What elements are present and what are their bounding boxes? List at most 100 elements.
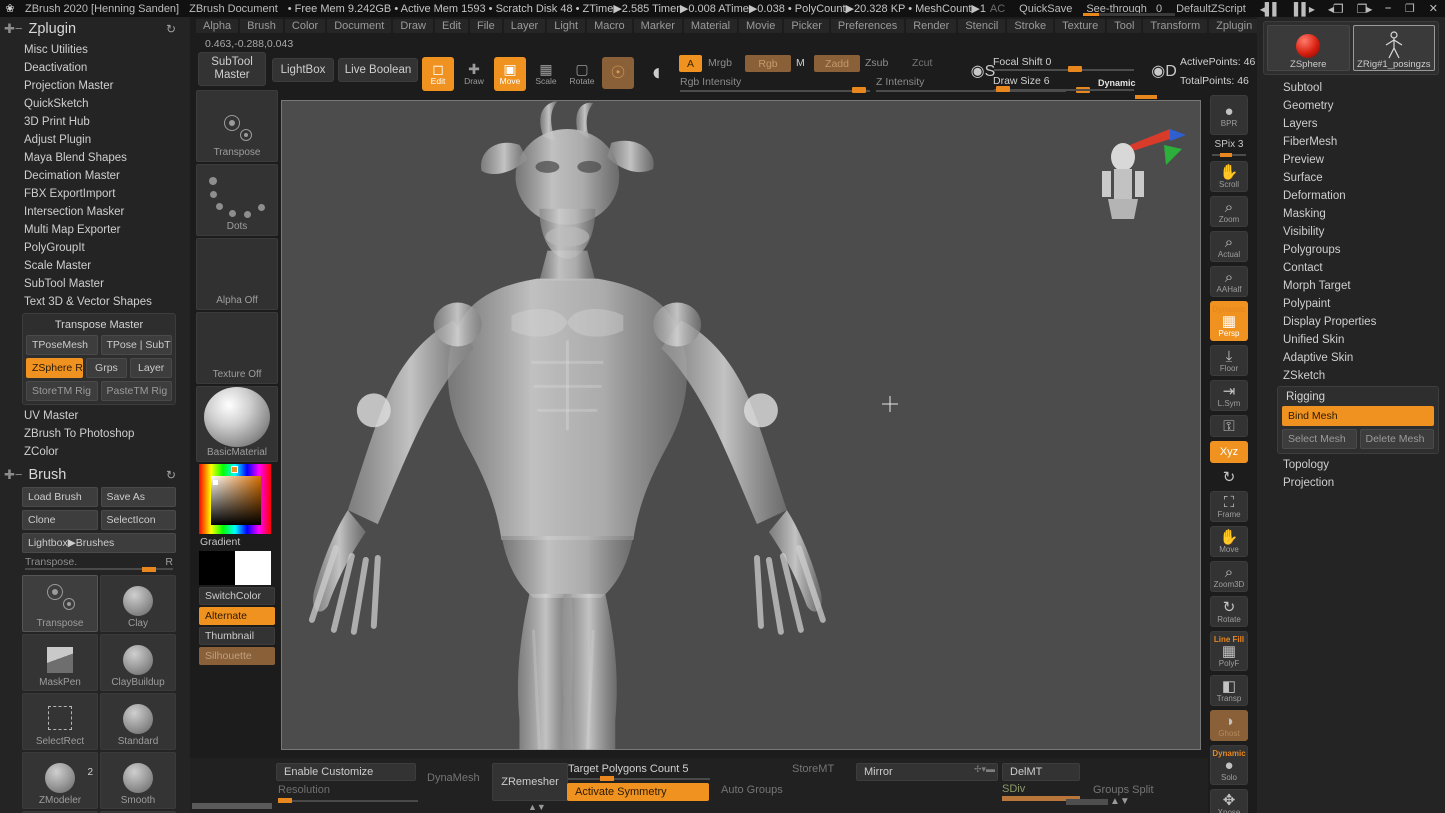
- mrgb-toggle-button[interactable]: A: [679, 55, 702, 72]
- tool-zrig[interactable]: ZRig#1_posingzs: [1352, 25, 1435, 71]
- move-brush-panel-icon[interactable]: ✚−: [4, 467, 22, 483]
- menu-color[interactable]: Color: [284, 18, 326, 33]
- zplugin-item-subtool-master[interactable]: SubTool Master: [0, 275, 190, 293]
- spix-slider[interactable]: SPix 3: [1210, 139, 1248, 157]
- edit-mode-button[interactable]: ◻ Edit: [422, 57, 454, 91]
- draw-size-knob[interactable]: [996, 86, 1010, 92]
- m-label[interactable]: M: [796, 57, 805, 69]
- subpalette-subtool[interactable]: Subtool: [1257, 79, 1445, 97]
- viewport-floor[interactable]: ⤓ Floor: [1210, 345, 1248, 376]
- zplugin-item-uv-master[interactable]: UV Master: [0, 407, 190, 425]
- zplugin-item-multi-map-exporter[interactable]: Multi Map Exporter: [0, 221, 190, 239]
- zplugin-item-adjust-plugin[interactable]: Adjust Plugin: [0, 131, 190, 149]
- menu-marker[interactable]: Marker: [633, 18, 682, 33]
- zremesher-button[interactable]: ZRemesher: [492, 763, 568, 801]
- rgb-intensity-track[interactable]: [680, 90, 870, 92]
- lightbox-button[interactable]: LightBox: [272, 58, 334, 82]
- menu-collapse-left-icon[interactable]: ◂❐: [1321, 2, 1350, 16]
- scroll-up-down-icon[interactable]: ▲▼: [1110, 796, 1130, 807]
- live-boolean-button[interactable]: Live Boolean: [338, 58, 418, 82]
- mirror-options-icon[interactable]: ✢▾▬: [974, 764, 995, 775]
- clone-button[interactable]: Clone: [22, 510, 98, 530]
- menu-edit[interactable]: Edit: [435, 18, 468, 33]
- viewport-xpose[interactable]: ✥ Xpose: [1210, 789, 1248, 813]
- zplugin-item-polygroupit[interactable]: PolyGroupIt: [0, 239, 190, 257]
- current-brush-cell[interactable]: Transpose: [196, 90, 278, 162]
- viewport-move[interactable]: ✋ Move: [1210, 526, 1248, 557]
- dynamic-label[interactable]: Dynamic: [1098, 78, 1136, 88]
- menu-texture[interactable]: Texture: [1055, 18, 1106, 33]
- brush-clay[interactable]: Clay: [100, 575, 176, 632]
- rotate-mode-button[interactable]: ▢ Rotate: [566, 57, 598, 91]
- zplugin-item-scale-master[interactable]: Scale Master: [0, 257, 190, 275]
- layer-button[interactable]: Layer: [130, 358, 173, 378]
- menu-brush[interactable]: Brush: [240, 18, 283, 33]
- auto-groups-button[interactable]: Auto Groups: [714, 784, 790, 796]
- stroke-preview-button[interactable]: ◖: [640, 57, 672, 89]
- pastetm-rig-button[interactable]: PasteTM Rig: [100, 381, 172, 401]
- subpalette-preview[interactable]: Preview: [1257, 151, 1445, 169]
- menu-alpha[interactable]: Alpha: [196, 18, 239, 33]
- tposemesh-button[interactable]: TPoseMesh: [26, 335, 98, 355]
- scroll-right-icon[interactable]: ▌▌▸: [1287, 2, 1321, 16]
- menu-movie[interactable]: Movie: [739, 18, 783, 33]
- zplugin-item-maya-blend-shapes[interactable]: Maya Blend Shapes: [0, 149, 190, 167]
- subpalette-display-properties[interactable]: Display Properties: [1257, 313, 1445, 331]
- load-brush-button[interactable]: Load Brush: [22, 487, 98, 507]
- subpalette-morph-target[interactable]: Morph Target: [1257, 277, 1445, 295]
- close-button[interactable]: ✕: [1422, 2, 1445, 15]
- brush-standard[interactable]: Standard: [100, 693, 176, 750]
- switch-color-button[interactable]: SwitchColor: [199, 587, 275, 605]
- select-mesh-button[interactable]: Select Mesh: [1282, 429, 1357, 449]
- brush-slider[interactable]: Transpose. R: [23, 556, 175, 572]
- panel-scroll-thumb[interactable]: [1066, 799, 1108, 805]
- horizontal-scroll-thumb[interactable]: [192, 803, 272, 809]
- menu-layer[interactable]: Layer: [503, 18, 546, 33]
- refresh-icon[interactable]: ↻: [166, 22, 176, 36]
- see-through-slider[interactable]: See-through 0: [1079, 3, 1176, 16]
- tpose-subt-button[interactable]: TPose | SubT: [100, 335, 172, 355]
- subpalette-topology[interactable]: Topology: [1257, 456, 1445, 474]
- viewport-frame[interactable]: ⛶ Frame: [1210, 491, 1248, 522]
- zplugin-item-intersection-masker[interactable]: Intersection Masker: [0, 203, 190, 221]
- zscript-label[interactable]: DefaultZScript: [1169, 3, 1253, 15]
- menu-tool[interactable]: Tool: [1107, 18, 1142, 33]
- zplugin-item-misc-utilities[interactable]: Misc Utilities: [0, 41, 190, 59]
- subpalette-contact[interactable]: Contact: [1257, 259, 1445, 277]
- zplugin-header[interactable]: ✚− Zplugin ↻: [0, 17, 190, 41]
- menu-expand-right-icon[interactable]: ❐▸: [1350, 2, 1379, 16]
- canvas-nav-icon[interactable]: ▲▼: [528, 802, 546, 812]
- save-as-button[interactable]: Save As: [100, 487, 176, 507]
- delete-mesh-button[interactable]: Delete Mesh: [1359, 429, 1434, 449]
- subpalette-geometry[interactable]: Geometry: [1257, 97, 1445, 115]
- viewport-polyf[interactable]: Line Fill ▦ PolyF: [1210, 631, 1248, 671]
- primary-color-swatch[interactable]: [199, 551, 235, 585]
- brush-zmodeler[interactable]: 2 ZModeler: [22, 752, 98, 809]
- subpalette-fibermesh[interactable]: FiberMesh: [1257, 133, 1445, 151]
- subpalette-layers[interactable]: Layers: [1257, 115, 1445, 133]
- delmt-button[interactable]: DelMT: [1002, 763, 1080, 781]
- menu-material[interactable]: Material: [683, 18, 738, 33]
- menu-draw[interactable]: Draw: [393, 18, 433, 33]
- current-alpha-cell[interactable]: Alpha Off: [196, 238, 278, 310]
- activate-symmetry-button[interactable]: Activate Symmetry: [567, 783, 709, 801]
- menu-preferences[interactable]: Preferences: [830, 18, 905, 33]
- scale-mode-button[interactable]: ▦ Scale: [530, 57, 562, 91]
- menu-file[interactable]: File: [469, 18, 502, 33]
- brush-selectrect[interactable]: SelectRect: [22, 693, 98, 750]
- sculpt-model[interactable]: [282, 101, 1200, 750]
- zsphere-rig-button[interactable]: ZSphere Rig: [26, 358, 83, 378]
- zplugin-item-zcolor[interactable]: ZColor: [0, 443, 190, 461]
- zplugin-item-decimation-master[interactable]: Decimation Master: [0, 167, 190, 185]
- lightbox-brushes-button[interactable]: Lightbox▶Brushes: [22, 533, 176, 553]
- zcut-button[interactable]: Zcut: [912, 57, 932, 69]
- bind-mesh-button[interactable]: Bind Mesh: [1282, 406, 1434, 426]
- menu-render[interactable]: Render: [906, 18, 957, 33]
- zplugin-item-deactivation[interactable]: Deactivation: [0, 59, 190, 77]
- zplugin-item-3d-print-hub[interactable]: 3D Print Hub: [0, 113, 190, 131]
- storetm-rig-button[interactable]: StoreTM Rig: [26, 381, 98, 401]
- rgb-intensity-knob[interactable]: [852, 87, 866, 93]
- minimize-button[interactable]: ⎯: [1378, 2, 1398, 15]
- brush-smooth[interactable]: Smooth: [100, 752, 176, 809]
- quicksave-button[interactable]: QuickSave: [1012, 3, 1079, 15]
